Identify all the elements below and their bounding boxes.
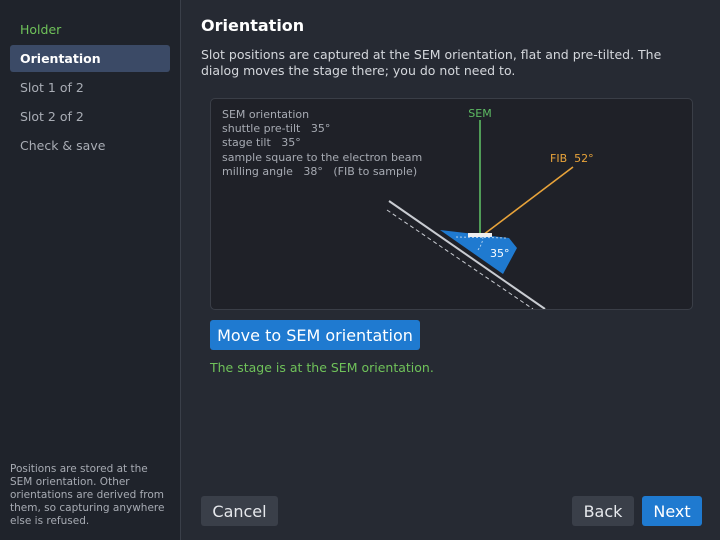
diagram-graphic: SEM FIB 52° 35°	[386, 107, 594, 309]
orientation-diagram: SEM orientation shuttle pre-tilt 35° sta…	[210, 98, 693, 310]
main-panel: Orientation Slot positions are captured …	[181, 0, 720, 540]
tilt-angle-label: 35°	[490, 247, 510, 260]
stage-reference-line	[386, 209, 534, 309]
sidebar-item-check-save[interactable]: Check & save	[10, 132, 170, 159]
sidebar-item-slot-2[interactable]: Slot 2 of 2	[10, 103, 170, 130]
move-to-sem-button[interactable]: Move to SEM orientation	[210, 320, 420, 350]
sidebar-item-holder[interactable]: Holder	[10, 16, 170, 43]
back-button[interactable]: Back	[572, 496, 634, 526]
sample-square	[468, 233, 492, 237]
stage-surface-line	[388, 200, 546, 309]
step-list: Holder Orientation Slot 1 of 2 Slot 2 of…	[10, 16, 170, 161]
fib-beam	[482, 166, 574, 236]
sidebar-item-orientation[interactable]: Orientation	[10, 45, 170, 72]
sem-label: SEM	[468, 107, 491, 120]
sidebar-note: Positions are stored at the SEM orientat…	[10, 463, 165, 527]
status-message: The stage is at the SEM orientation.	[210, 360, 434, 375]
cancel-button[interactable]: Cancel	[201, 496, 278, 526]
sidebar-item-slot-1[interactable]: Slot 1 of 2	[10, 74, 170, 101]
fib-label: FIB 52°	[550, 152, 594, 165]
sidebar: Holder Orientation Slot 1 of 2 Slot 2 of…	[0, 0, 181, 540]
page-title: Orientation	[201, 16, 305, 35]
next-button[interactable]: Next	[642, 496, 702, 526]
page-description: Slot positions are captured at the SEM o…	[201, 47, 662, 78]
